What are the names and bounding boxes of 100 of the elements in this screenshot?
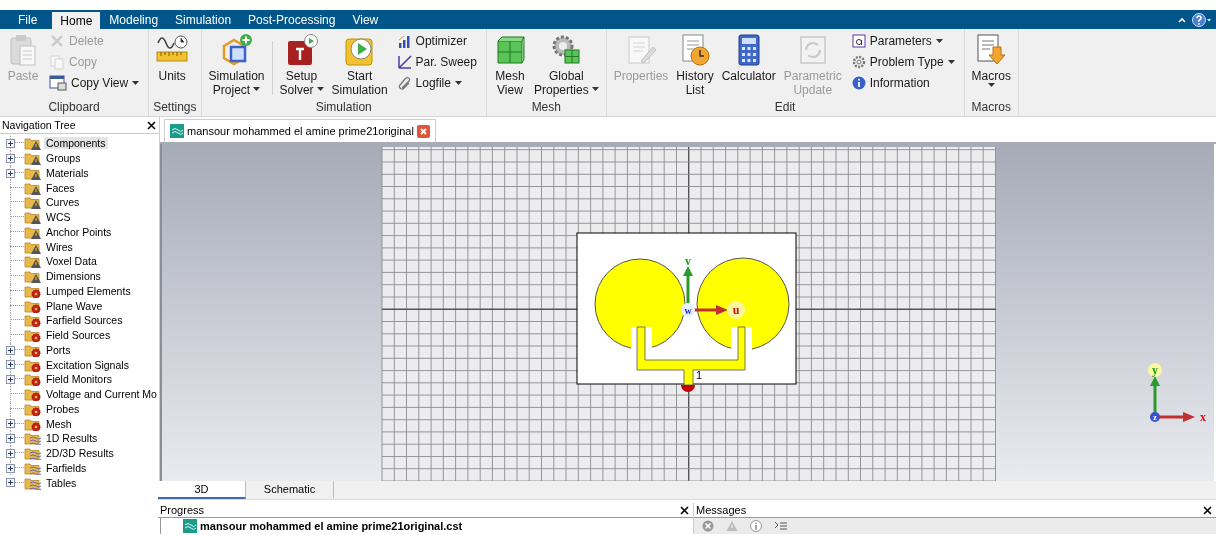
close-icon[interactable]: [147, 120, 156, 130]
ribbon-button[interactable]: Calculator: [718, 33, 779, 97]
tree-item[interactable]: Tables: [44, 476, 79, 489]
close-icon[interactable]: [1203, 505, 1212, 515]
editor-tab[interactable]: 3D: [158, 481, 246, 499]
folder-icon: [24, 298, 42, 313]
expand-icon[interactable]: [6, 448, 15, 458]
folder-icon: [24, 210, 42, 225]
ribbon-tab[interactable]: Modeling: [101, 10, 167, 29]
expand-icon[interactable]: [6, 434, 15, 443]
tree-item[interactable]: Farfields: [44, 461, 89, 474]
ribbon-button[interactable]: Macros: [968, 33, 1014, 97]
axis-label: x: [1200, 410, 1206, 424]
tree-item[interactable]: Ports: [44, 343, 73, 356]
tree-item[interactable]: 1D Results: [44, 432, 100, 445]
ribbon-button[interactable]: Mesh View: [490, 33, 529, 97]
folder-icon: [24, 165, 42, 180]
error-filter-icon[interactable]: [702, 520, 714, 532]
results-folder-icon: [24, 431, 42, 446]
folder-icon: [24, 357, 42, 372]
cube-plus-icon: [220, 33, 253, 67]
tree-item[interactable]: Curves: [44, 196, 82, 209]
ribbon-button[interactable]: Information: [849, 75, 957, 91]
caret-icon: [454, 81, 462, 85]
ribbon-tab[interactable]: Home: [52, 12, 101, 29]
tree-item[interactable]: Materials: [44, 166, 91, 179]
axes-drawing: [1148, 363, 1195, 422]
ribbon-button[interactable]: Units: [153, 33, 192, 97]
tree-item[interactable]: Components: [44, 137, 108, 150]
tree-item[interactable]: Faces: [44, 181, 77, 194]
group-label: Clipboard: [47, 99, 101, 116]
collapse-icon[interactable]: [1178, 16, 1186, 23]
tree-item[interactable]: Excitation Signals: [44, 358, 131, 371]
tree-item[interactable]: Field Monitors: [44, 373, 114, 386]
ribbon-button[interactable]: Par. Sweep: [395, 54, 479, 70]
folder-icon: [24, 387, 42, 402]
ribbon-button[interactable]: Global Properties: [530, 33, 602, 97]
ribbon-button[interactable]: Parameters: [849, 33, 957, 49]
ribbon-button[interactable]: Problem Type: [849, 54, 957, 70]
group-label: Macros: [970, 99, 1012, 116]
tree-item[interactable]: Mesh: [44, 417, 74, 430]
ribbon-tab[interactable]: View: [344, 10, 387, 29]
tree-item[interactable]: WCS: [44, 211, 73, 224]
axis-label: v: [685, 254, 691, 268]
tree-item[interactable]: Groups: [44, 152, 83, 165]
ribbon-tab[interactable]: Simulation: [167, 10, 240, 29]
tree-item[interactable]: Field Sources: [44, 329, 113, 342]
clipboard-icon: [7, 33, 39, 67]
ribbon-button[interactable]: Setup Solver: [276, 33, 327, 97]
document-icon: [183, 519, 197, 533]
expand-icon[interactable]: [6, 360, 15, 370]
caret-icon: [132, 81, 140, 85]
folder-icon: [24, 254, 42, 269]
expand-icon[interactable]: [6, 463, 15, 473]
list-icon[interactable]: [774, 520, 788, 532]
document-pencil-icon: [625, 33, 657, 67]
expand-icon[interactable]: [6, 139, 15, 148]
close-icon[interactable]: [680, 505, 689, 515]
expand-icon[interactable]: [6, 419, 15, 429]
group-label: Settings: [153, 99, 197, 116]
folder-icon: [24, 328, 42, 343]
expand-icon[interactable]: [6, 375, 15, 384]
ribbon-button[interactable]: Start Simulation: [328, 33, 391, 97]
editor-tab[interactable]: Schematic: [246, 481, 334, 499]
expand-icon[interactable]: [6, 168, 15, 178]
gear-cubes-icon: [550, 33, 583, 67]
tree-item[interactable]: Voxel Data: [44, 255, 99, 268]
tree-item[interactable]: Probes: [44, 402, 82, 415]
ribbon-tab[interactable]: Post-Processing: [240, 10, 344, 29]
help-icon[interactable]: [1192, 12, 1212, 27]
ribbon-button[interactable]: Optimizer: [395, 33, 479, 49]
tree-item[interactable]: 2D/3D Results: [44, 447, 116, 460]
results-folder-icon: [24, 446, 42, 461]
ribbon-button[interactable]: Simulation Project: [205, 33, 268, 97]
ribbon-button[interactable]: Copy View: [47, 75, 142, 91]
document-tab[interactable]: mansour mohammed el amine prime21original: [164, 119, 436, 142]
file-menu[interactable]: File: [0, 10, 52, 29]
tree-item[interactable]: Dimensions: [44, 270, 103, 283]
tree-item[interactable]: Plane Wave: [44, 299, 105, 312]
info-filter-icon[interactable]: [750, 520, 762, 532]
folder-icon: [24, 401, 42, 416]
expand-icon[interactable]: [6, 153, 15, 163]
tree-item[interactable]: Wires: [44, 240, 75, 253]
expand-icon[interactable]: [6, 478, 15, 488]
caret-icon: [316, 87, 324, 91]
panel-title: Navigation Tree: [2, 119, 76, 131]
expand-icon[interactable]: [6, 345, 15, 355]
folder-icon: [24, 416, 42, 431]
ribbon-button[interactable]: History List: [673, 33, 717, 97]
document-arrow-icon: [975, 33, 1008, 67]
ribbon-button[interactable]: Logfile: [395, 75, 479, 91]
document-title: mansour mohammed el amine prime21original: [187, 125, 414, 137]
tree-item[interactable]: Lumped Elements: [44, 284, 133, 297]
results-folder-icon: [24, 460, 42, 475]
tree-item[interactable]: Farfield Sources: [44, 314, 125, 327]
axes-drawing: [681, 266, 745, 319]
tree-item[interactable]: Voltage and Current Mo: [44, 388, 159, 401]
group-label: Simulation: [314, 99, 373, 116]
caret-icon: [947, 60, 955, 64]
tree-item[interactable]: Anchor Points: [44, 225, 114, 238]
